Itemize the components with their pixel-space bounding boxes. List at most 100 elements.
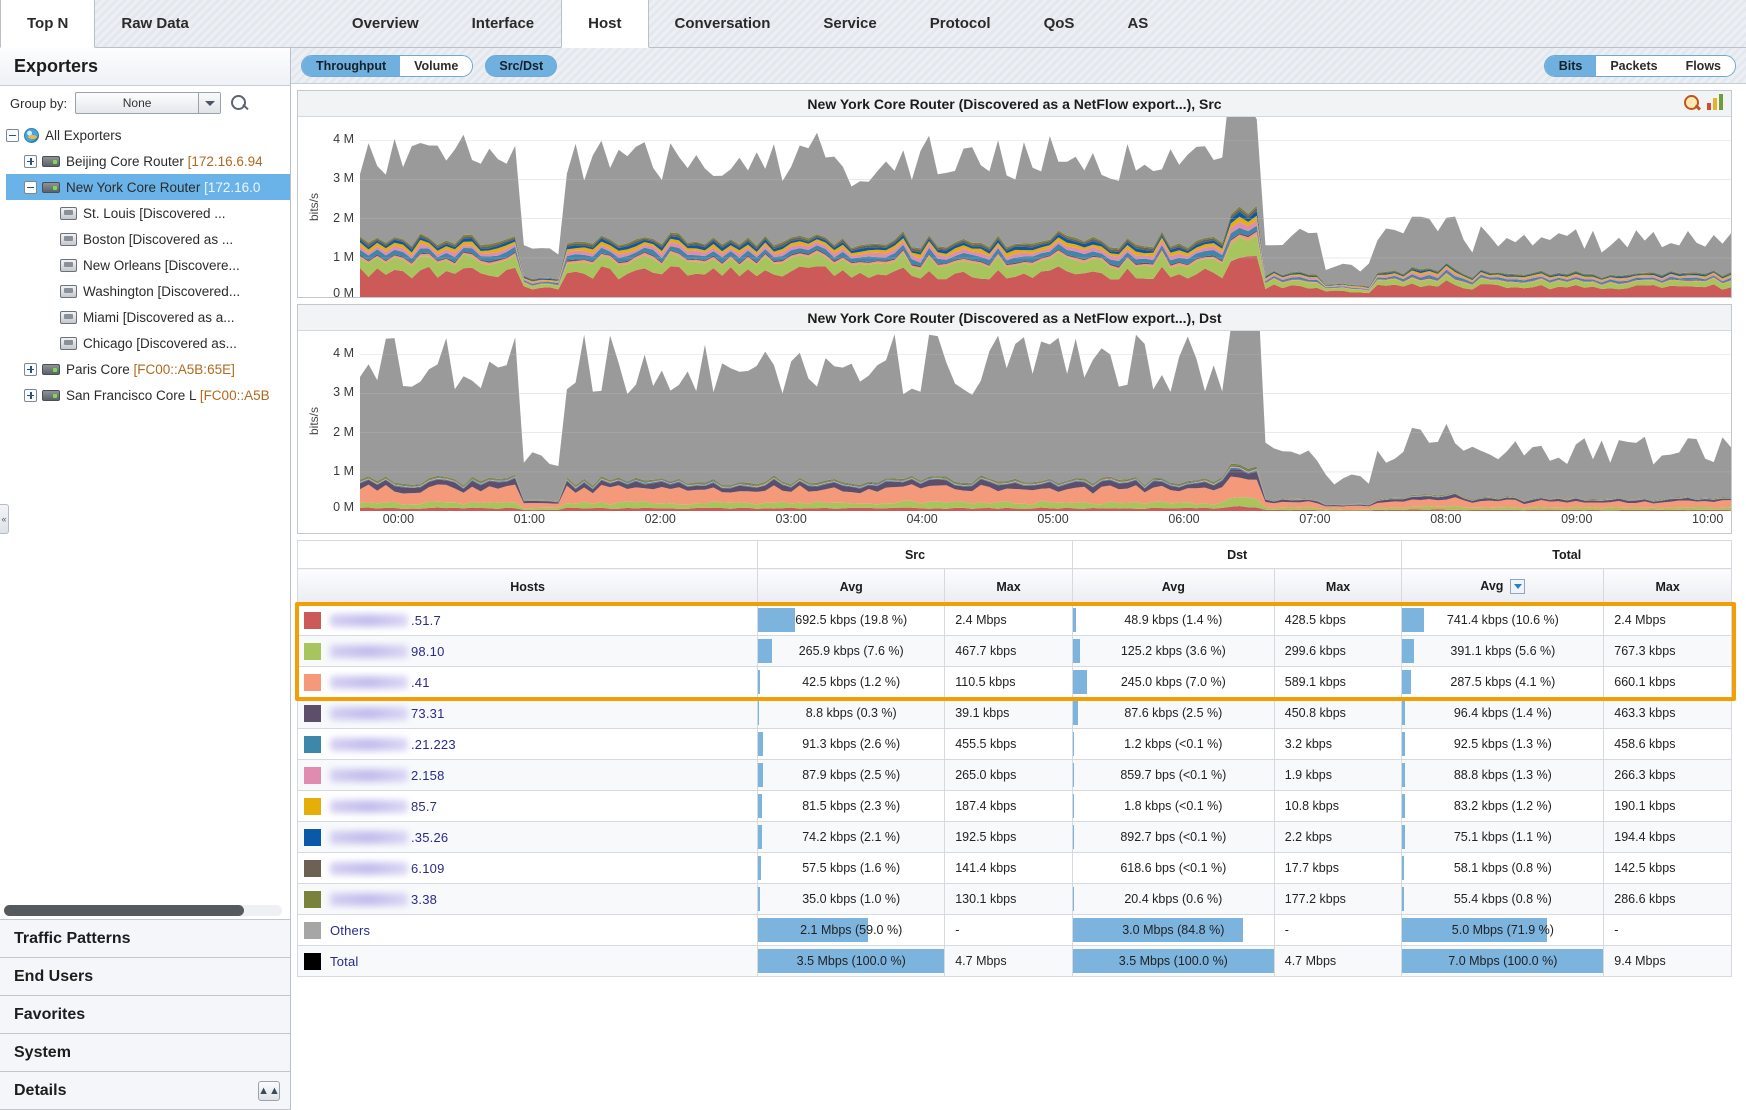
group-by-select[interactable]: None xyxy=(75,92,221,114)
host-label: Others xyxy=(330,923,370,938)
col-total-max[interactable]: Max xyxy=(1604,569,1732,605)
expand-toggle-icon[interactable] xyxy=(24,363,37,376)
host-cell[interactable]: 85.7 xyxy=(298,791,758,822)
tab-interface[interactable]: Interface xyxy=(446,0,562,47)
col-hosts[interactable]: Hosts xyxy=(298,569,758,605)
col-src-avg[interactable]: Avg xyxy=(758,569,945,605)
chevron-down-icon[interactable] xyxy=(198,93,220,113)
chart-dst-plot[interactable] xyxy=(360,331,1731,511)
dst-avg-cell: 859.7 bps (<0.1 %) xyxy=(1072,760,1274,791)
table-row[interactable]: 6.10957.5 kbps (1.6 %)141.4 kbps618.6 bp… xyxy=(298,853,1732,884)
accordion-details[interactable]: Details▲▲ xyxy=(0,1072,290,1110)
host-cell[interactable]: Total xyxy=(298,946,758,977)
collapse-toggle-icon[interactable] xyxy=(24,181,37,194)
accordion-traffic-patterns[interactable]: Traffic Patterns xyxy=(0,920,290,958)
tree-node-0[interactable]: All Exporters xyxy=(6,122,290,148)
table-row[interactable]: 85.781.5 kbps (2.3 %)187.4 kbps1.8 kbps … xyxy=(298,791,1732,822)
table-row[interactable]: .51.7692.5 kbps (19.8 %)2.4 Mbps48.9 kbp… xyxy=(298,605,1732,636)
expand-toggle-icon[interactable] xyxy=(24,389,37,402)
sidebar-horizontal-scrollbar[interactable] xyxy=(0,903,290,919)
table-row[interactable]: 2.15887.9 kbps (2.5 %)265.0 kbps859.7 bp… xyxy=(298,760,1732,791)
table-row[interactable]: 73.318.8 kbps (0.3 %)39.1 kbps87.6 kbps … xyxy=(298,698,1732,729)
tree-node-6[interactable]: Washington [Discovered... xyxy=(6,278,290,304)
src-max-cell: 110.5 kbps xyxy=(945,667,1073,698)
host-cell[interactable]: 6.109 xyxy=(298,853,758,884)
tree-node-5[interactable]: New Orleans [Discovere... xyxy=(6,252,290,278)
chart-icon[interactable] xyxy=(1707,94,1725,110)
collapse-toggle-icon[interactable] xyxy=(6,129,19,142)
tree-node-4[interactable]: Boston [Discovered as ... xyxy=(6,226,290,252)
tab-overview[interactable]: Overview xyxy=(326,0,446,47)
table-row[interactable]: .35.2674.2 kbps (2.1 %)192.5 kbps892.7 b… xyxy=(298,822,1732,853)
accordion-system[interactable]: System xyxy=(0,1034,290,1072)
tab-raw-data[interactable]: Raw Data xyxy=(95,0,216,47)
host-cell[interactable]: .35.26 xyxy=(298,822,758,853)
host-cell[interactable]: .51.7 xyxy=(298,605,758,636)
interface-icon xyxy=(60,285,77,298)
tree-node-label: Boston [Discovered as ... xyxy=(83,232,233,247)
tab-service[interactable]: Service xyxy=(797,0,903,47)
col-src-max[interactable]: Max xyxy=(945,569,1073,605)
tab-top-n[interactable]: Top N xyxy=(0,0,95,48)
src-max-cell: 192.5 kbps xyxy=(945,822,1073,853)
table-row[interactable]: .4142.5 kbps (1.2 %)110.5 kbps245.0 kbps… xyxy=(298,667,1732,698)
host-cell[interactable]: .41 xyxy=(298,667,758,698)
view-mode-volume[interactable]: Volume xyxy=(400,56,472,76)
xtick: 06:00 xyxy=(1168,512,1199,526)
series-color-swatch xyxy=(304,643,321,660)
units-packets[interactable]: Packets xyxy=(1596,56,1671,76)
sort-descending-icon[interactable] xyxy=(1510,579,1525,594)
zoom-icon[interactable] xyxy=(1683,94,1701,112)
accordion-end-users[interactable]: End Users xyxy=(0,958,290,996)
chart-src-plot[interactable] xyxy=(360,117,1731,297)
tab-protocol[interactable]: Protocol xyxy=(904,0,1018,47)
table-row[interactable]: Total3.5 Mbps (100.0 %)4.7 Mbps3.5 Mbps … xyxy=(298,946,1732,977)
expand-all-icon[interactable]: ▲▲ xyxy=(258,1081,280,1101)
tree-node-10[interactable]: San Francisco Core L [FC00::A5B xyxy=(6,382,290,408)
host-cell[interactable]: 73.31 xyxy=(298,698,758,729)
host-cell[interactable]: Others xyxy=(298,915,758,946)
host-label: 2.158 xyxy=(330,768,445,783)
ytick: 1 M xyxy=(333,464,354,478)
tree-node-8[interactable]: Chicago [Discovered as... xyxy=(6,330,290,356)
col-dst-max[interactable]: Max xyxy=(1274,569,1402,605)
col-total-avg[interactable]: Avg xyxy=(1402,569,1604,605)
scrollbar-thumb[interactable] xyxy=(4,905,244,916)
tree-node-9[interactable]: Paris Core [FC00::A5B:65E] xyxy=(6,356,290,382)
series-color-swatch xyxy=(304,798,321,815)
table-row[interactable]: Others2.1 Mbps (59.0 %)-3.0 Mbps (84.8 %… xyxy=(298,915,1732,946)
units-bits[interactable]: Bits xyxy=(1545,56,1597,76)
expand-toggle-icon[interactable] xyxy=(24,155,37,168)
src-avg-cell: 42.5 kbps (1.2 %) xyxy=(758,667,945,698)
tree-node-2[interactable]: New York Core Router [172.16.0 xyxy=(6,174,290,200)
src-dst-toggle[interactable]: Src/Dst xyxy=(485,55,557,77)
total-avg-cell: 5.0 Mbps (71.9 %) xyxy=(1402,915,1604,946)
tab-qos[interactable]: QoS xyxy=(1018,0,1102,47)
host-cell[interactable]: 3.38 xyxy=(298,884,758,915)
view-mode-segmented[interactable]: Throughput Volume xyxy=(301,55,473,77)
table-row[interactable]: 98.10265.9 kbps (7.6 %)467.7 kbps125.2 k… xyxy=(298,636,1732,667)
tree-node-7[interactable]: Miami [Discovered as a... xyxy=(6,304,290,330)
table-row[interactable]: 3.3835.0 kbps (1.0 %)130.1 kbps20.4 kbps… xyxy=(298,884,1732,915)
sidebar-collapse-handle[interactable]: « xyxy=(0,504,9,534)
tree-node-3[interactable]: St. Louis [Discovered ... xyxy=(6,200,290,226)
tree-node-1[interactable]: Beijing Core Router [172.16.6.94 xyxy=(6,148,290,174)
col-dst-avg[interactable]: Avg xyxy=(1072,569,1274,605)
view-mode-throughput[interactable]: Throughput xyxy=(302,56,400,76)
host-cell[interactable]: .21.223 xyxy=(298,729,758,760)
tab-conversation[interactable]: Conversation xyxy=(649,0,798,47)
group-by-row: Group by: None xyxy=(0,86,290,120)
tab-host[interactable]: Host xyxy=(561,0,648,48)
table-row[interactable]: .21.22391.3 kbps (2.6 %)455.5 kbps1.2 kb… xyxy=(298,729,1732,760)
series-color-swatch xyxy=(304,953,321,970)
search-icon[interactable] xyxy=(229,93,249,113)
host-cell[interactable]: 98.10 xyxy=(298,636,758,667)
host-cell[interactable]: 2.158 xyxy=(298,760,758,791)
units-flows[interactable]: Flows xyxy=(1672,56,1735,76)
dst-max-cell: 450.8 kbps xyxy=(1274,698,1402,729)
accordion-favorites[interactable]: Favorites xyxy=(0,996,290,1034)
tab-as[interactable]: AS xyxy=(1101,0,1175,47)
units-segmented[interactable]: Bits Packets Flows xyxy=(1544,55,1736,77)
dst-max-cell: 1.9 kbps xyxy=(1274,760,1402,791)
series-color-swatch xyxy=(304,860,321,877)
